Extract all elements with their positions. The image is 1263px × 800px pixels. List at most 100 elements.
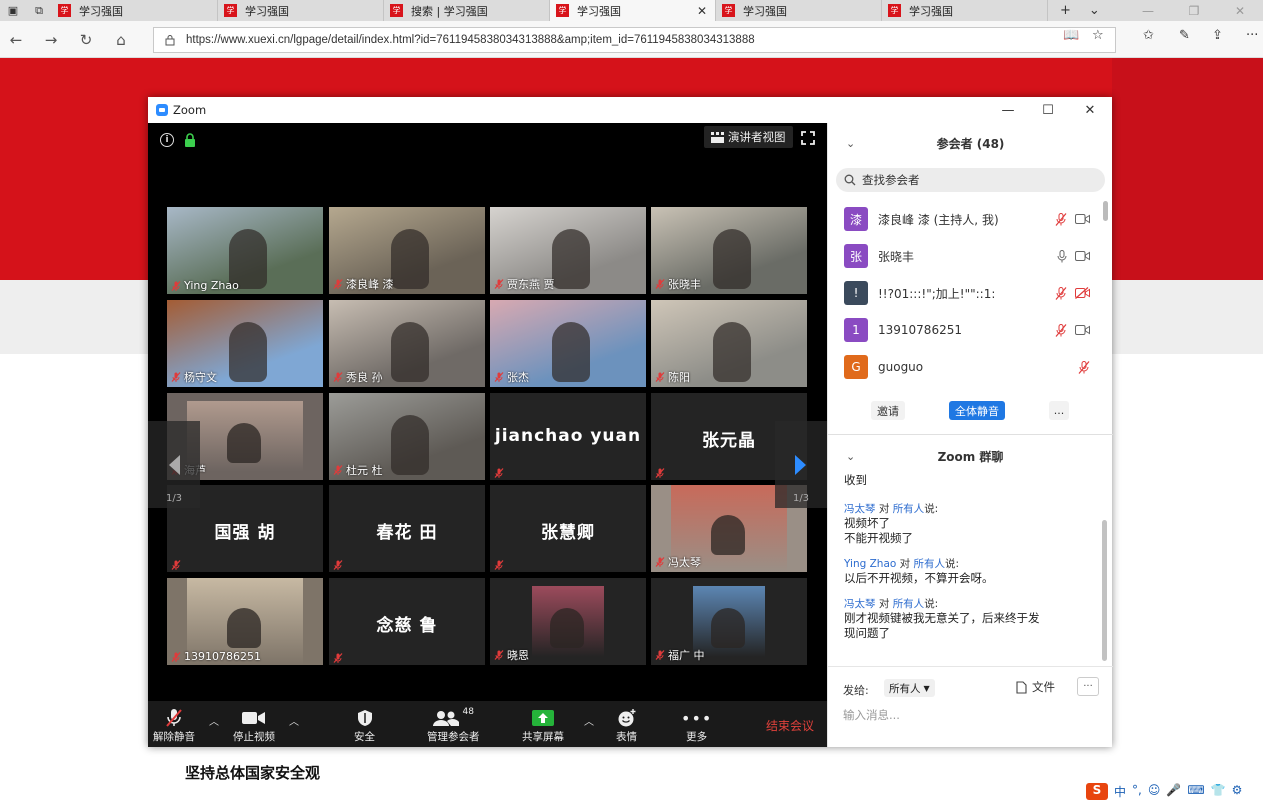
meeting-info-icon[interactable]: i bbox=[160, 133, 174, 147]
chat-sender[interactable]: Ying Zhao bbox=[844, 558, 896, 570]
invite-button[interactable]: 邀请 bbox=[871, 401, 905, 420]
participant-row[interactable]: ! !!?01:::!";加上!""::1: bbox=[828, 275, 1098, 311]
ime-settings-icon[interactable]: ⚙ bbox=[1232, 783, 1243, 800]
video-tile[interactable]: jianchao yuan bbox=[490, 393, 646, 480]
chat-target[interactable]: 所有人 bbox=[914, 558, 946, 570]
participant-row[interactable]: 漆漆良峰 漆 (主持人, 我) bbox=[828, 201, 1098, 237]
ime-emoji-icon[interactable]: ☺ bbox=[1148, 783, 1161, 800]
settings-more-icon[interactable]: ··· bbox=[1246, 28, 1258, 43]
mic-muted-icon bbox=[494, 279, 504, 289]
browser-minimize-icon[interactable]: — bbox=[1125, 0, 1171, 21]
browser-tab[interactable]: 学学习强国 bbox=[218, 0, 384, 21]
video-options-caret-icon[interactable]: ︿ bbox=[289, 713, 299, 728]
end-meeting-button[interactable]: 结束会议 bbox=[766, 717, 814, 734]
chat-target[interactable]: 所有人 bbox=[893, 598, 925, 610]
zoom-minimize-icon[interactable]: — bbox=[995, 101, 1021, 119]
refresh-icon[interactable]: ↻ bbox=[76, 30, 96, 50]
tab-actions-icon[interactable]: ▣ bbox=[0, 0, 26, 21]
share-options-caret-icon[interactable]: ︿ bbox=[584, 713, 594, 728]
participant-row[interactable]: 1 13910786251 bbox=[828, 312, 1098, 348]
video-tile[interactable]: 春花 田 bbox=[329, 485, 485, 572]
video-tile[interactable]: 陈阳 bbox=[651, 300, 807, 387]
next-page-button[interactable]: 1/3 bbox=[775, 421, 827, 508]
speaker-view-button[interactable]: 演讲者视图 bbox=[704, 126, 793, 148]
prev-page-button[interactable]: 1/3 bbox=[148, 421, 200, 508]
video-tile[interactable]: 贾东燕 贾 bbox=[490, 207, 646, 294]
zoom-window-title: Zoom bbox=[173, 103, 207, 117]
ime-voice-icon[interactable]: 🎤 bbox=[1166, 783, 1181, 800]
ime-keyboard-icon[interactable]: ⌨ bbox=[1187, 783, 1204, 800]
chat-scrollbar[interactable] bbox=[1102, 520, 1107, 661]
zoom-maximize-icon[interactable]: ☐ bbox=[1035, 101, 1061, 119]
chat-sender[interactable]: 冯太琴 bbox=[844, 598, 876, 610]
reactions-button[interactable]: 表情 bbox=[616, 707, 637, 744]
chat-target[interactable]: 所有人 bbox=[893, 503, 925, 515]
ime-punct-icon[interactable]: °, bbox=[1132, 783, 1142, 800]
avatar: 张 bbox=[844, 244, 868, 268]
reactions-label: 表情 bbox=[616, 731, 637, 743]
back-arrow-icon[interactable]: ← bbox=[6, 30, 26, 50]
video-tile[interactable]: 晓恩 bbox=[490, 578, 646, 665]
video-tile[interactable]: 福广 中 bbox=[651, 578, 807, 665]
ime-lang-icon[interactable]: 中 bbox=[1114, 783, 1126, 800]
browser-close-icon[interactable]: ✕ bbox=[1217, 0, 1263, 21]
video-tile[interactable]: 张慧卿 bbox=[490, 485, 646, 572]
home-icon[interactable]: ⌂ bbox=[111, 30, 131, 50]
browser-tab[interactable]: 学学习强国 ✕ bbox=[550, 0, 716, 21]
browser-maximize-icon[interactable]: ❐ bbox=[1171, 0, 1217, 21]
pen-icon[interactable]: ✎ bbox=[1179, 28, 1190, 43]
video-tile[interactable]: 漆良峰 漆 bbox=[329, 207, 485, 294]
xuexi-favicon-icon: 学 bbox=[888, 4, 901, 17]
tab-list-chevron-icon[interactable]: ⌄ bbox=[1089, 3, 1100, 18]
new-tab-icon[interactable]: + bbox=[1060, 3, 1071, 18]
encryption-lock-icon[interactable] bbox=[184, 133, 196, 147]
video-tile[interactable]: 秀良 孙 bbox=[329, 300, 485, 387]
file-button[interactable]: 文件 bbox=[1016, 679, 1055, 695]
video-tile[interactable]: 杨守文 bbox=[167, 300, 323, 387]
video-tile[interactable]: 杜元 杜 bbox=[329, 393, 485, 480]
ime-skin-icon[interactable]: 👕 bbox=[1211, 783, 1226, 800]
participant-row[interactable]: 张张晓丰 bbox=[828, 238, 1098, 274]
participant-list-scrollbar[interactable] bbox=[1103, 201, 1108, 391]
video-tile[interactable]: 张杰 bbox=[490, 300, 646, 387]
send-to-select[interactable]: 所有人 ▼ bbox=[884, 679, 935, 697]
favorite-star-icon[interactable]: ☆ bbox=[1092, 28, 1104, 43]
browser-tab[interactable]: 学学习强国 bbox=[882, 0, 1048, 21]
share-screen-button[interactable]: 共享屏幕 bbox=[522, 707, 564, 744]
browser-tab[interactable]: 学搜索 | 学习强国 bbox=[384, 0, 550, 21]
zoom-close-icon[interactable]: ✕ bbox=[1077, 101, 1103, 119]
stop-video-button[interactable]: 停止视频 bbox=[233, 707, 275, 744]
collapse-chevron-icon[interactable]: ⌄ bbox=[846, 137, 855, 150]
address-bar[interactable]: https://www.xuexi.cn/lgpage/detail/index… bbox=[153, 27, 1116, 53]
audio-options-caret-icon[interactable]: ︿ bbox=[209, 713, 219, 728]
chat-message-input[interactable]: 输入消息... bbox=[843, 707, 900, 723]
favorites-list-icon[interactable]: ✩ bbox=[1143, 28, 1154, 43]
forward-arrow-icon[interactable]: → bbox=[41, 30, 61, 50]
share-icon[interactable]: ⇪ bbox=[1212, 28, 1223, 43]
participant-name: 冯太琴 bbox=[668, 556, 701, 569]
participant-search-input[interactable]: 查找参会者 bbox=[836, 168, 1105, 192]
chat-more-button[interactable]: ··· bbox=[1077, 677, 1099, 696]
panel-more-button[interactable]: ... bbox=[1049, 401, 1069, 420]
mute-all-button[interactable]: 全体静音 bbox=[949, 401, 1005, 420]
tab-close-icon[interactable]: ✕ bbox=[697, 4, 707, 18]
chat-collapse-chevron-icon[interactable]: ⌄ bbox=[846, 450, 855, 463]
video-tile[interactable]: 念慈 鲁 bbox=[329, 578, 485, 665]
chat-sender[interactable]: 冯太琴 bbox=[844, 503, 876, 515]
fullscreen-icon[interactable] bbox=[801, 131, 815, 145]
security-button[interactable]: 安全 bbox=[354, 707, 375, 744]
browser-tab[interactable]: 学学习强国 bbox=[716, 0, 882, 21]
participant-row[interactable]: Gguoguo bbox=[828, 349, 1098, 385]
unmute-button[interactable]: 解除静音 bbox=[153, 707, 195, 744]
browser-tab[interactable]: 学学习强国 bbox=[52, 0, 218, 21]
more-button[interactable]: ••• 更多 bbox=[681, 707, 712, 744]
video-tile[interactable]: 13910786251 bbox=[167, 578, 323, 665]
video-tile[interactable]: 张晓丰 bbox=[651, 207, 807, 294]
video-tile[interactable]: Ying Zhao bbox=[167, 207, 323, 294]
tab-aside-icon[interactable]: ⧉ bbox=[26, 0, 52, 21]
participants-button[interactable]: 48 管理参会者 bbox=[427, 707, 480, 744]
sogou-icon[interactable]: S bbox=[1086, 783, 1108, 800]
participant-name-large: 念慈 鲁 bbox=[376, 616, 438, 636]
reading-view-icon[interactable]: 📖 bbox=[1063, 28, 1079, 43]
chat-message-text: 刚才视频键被我无意关了，后来终于发 bbox=[844, 611, 1040, 625]
